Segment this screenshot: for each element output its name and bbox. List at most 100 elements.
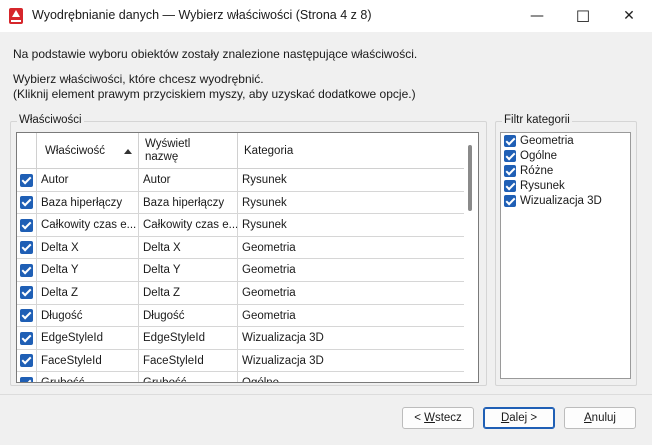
row-checkbox-cell[interactable]	[17, 169, 37, 191]
property-cell: Delta Z	[37, 281, 139, 304]
row-checkbox-cell[interactable]	[17, 191, 37, 214]
display-name-cell[interactable]: EdgeStyleId	[139, 327, 238, 350]
checkbox-checked-icon[interactable]	[20, 196, 33, 210]
table-row[interactable]: GrubośćGrubośćOgólne	[17, 372, 465, 382]
table-row[interactable]: FaceStyleId FaceStyleId Wizualizacja 3D	[17, 349, 465, 373]
property-cell: Delta Y	[37, 259, 139, 282]
checkbox-checked-icon[interactable]	[504, 180, 516, 192]
property-cell: Autor	[37, 169, 139, 191]
table-row[interactable]: Delta X Delta X Geometria	[17, 236, 465, 260]
filter-item-label: Geometria	[520, 135, 574, 147]
checkbox-checked-icon[interactable]	[504, 135, 516, 147]
table-row[interactable]: Autor Autor Rysunek	[17, 169, 465, 192]
checkbox-checked-icon[interactable]	[20, 241, 33, 255]
checkbox-checked-icon[interactable]	[20, 331, 33, 345]
row-checkbox-cell[interactable]	[17, 349, 37, 372]
checkbox-checked-icon[interactable]	[504, 195, 516, 207]
checkbox-checked-icon[interactable]	[20, 218, 33, 232]
display-name-cell[interactable]: Baza hiperłączy	[139, 191, 238, 214]
category-cell: Wizualizacja 3D	[242, 332, 324, 345]
cancel-button[interactable]: Anuluj	[564, 407, 636, 429]
window-title: Wyodrębnianie danych — Wybierz właściwoś…	[32, 8, 372, 22]
display-name-cell[interactable]: Delta Y	[139, 259, 238, 282]
hint-text: (Kliknij element prawym przyciskiem mysz…	[13, 87, 416, 101]
display-name-cell[interactable]: Delta Z	[139, 281, 238, 304]
property-cell: EdgeStyleId	[37, 327, 139, 350]
row-checkbox-cell[interactable]	[17, 236, 37, 259]
filter-item[interactable]: Wizualizacja 3D	[504, 195, 602, 207]
header-display-line1: Wyświetl	[145, 138, 191, 150]
category-cell: Rysunek	[242, 174, 287, 186]
table-row[interactable]: Delta Z Delta Z Geometria	[17, 281, 465, 305]
back-button[interactable]: < Wstecz	[402, 407, 474, 429]
next-mnemonic: D	[500, 412, 510, 424]
header-display-name[interactable]: Wyświetl nazwę	[139, 133, 238, 169]
category-filter-label: Filtr kategorii	[502, 114, 572, 126]
display-name-cell[interactable]: Całkowity czas e...	[139, 214, 238, 237]
filter-item-label: Ogólne	[520, 150, 558, 162]
filter-item[interactable]: Różne	[504, 165, 553, 177]
header-checkbox-column[interactable]	[17, 133, 37, 169]
next-rest: alej >	[509, 412, 538, 424]
row-checkbox-cell[interactable]	[17, 304, 37, 327]
minimize-button[interactable]: —	[514, 0, 560, 32]
property-cell: FaceStyleId	[37, 349, 139, 372]
header-property-label: Właściwość	[45, 145, 106, 157]
property-cell: Grubość	[37, 372, 139, 382]
table-row[interactable]: Długość Długość Geometria	[17, 304, 465, 328]
table-row[interactable]: Delta Y Delta Y Geometria	[17, 259, 465, 282]
header-property[interactable]: Właściwość	[37, 133, 139, 169]
property-cell: Całkowity czas e...	[37, 214, 139, 237]
vertical-scrollbar[interactable]	[464, 133, 478, 382]
category-filter-list: Geometria Ogólne Różne Rysunek Wizualizacja …	[500, 132, 631, 379]
display-name-cell[interactable]: Długość	[139, 304, 238, 327]
maximize-button[interactable]: ☐	[560, 0, 606, 32]
header-category[interactable]: Kategoria	[238, 133, 465, 169]
table-row[interactable]: Baza hiperłączy Baza hiperłączy Rysunek	[17, 191, 465, 215]
property-cell: Baza hiperłączy	[37, 191, 139, 214]
category-cell: Geometria	[242, 286, 296, 299]
row-checkbox-cell[interactable]	[17, 281, 37, 304]
checkbox-checked-icon[interactable]	[20, 173, 33, 187]
checkbox-checked-icon[interactable]	[20, 263, 33, 277]
display-name-cell[interactable]: Grubość	[139, 372, 238, 382]
row-checkbox-cell[interactable]	[17, 214, 37, 237]
scrollbar-thumb[interactable]	[468, 145, 472, 211]
properties-group-label: Właściwości	[17, 114, 84, 126]
checkbox-checked-icon[interactable]	[504, 150, 516, 162]
row-checkbox-cell[interactable]	[17, 372, 37, 382]
autocad-app-icon	[9, 8, 23, 24]
cancel-rest: nuluj	[591, 412, 616, 424]
table-row[interactable]: Całkowity czas e... Całkowity czas e... Ry…	[17, 214, 465, 237]
property-cell: Długość	[37, 304, 139, 327]
back-mnemonic: W	[424, 412, 435, 424]
back-rest: stecz	[434, 412, 462, 424]
category-cell: Rysunek	[242, 219, 287, 232]
dialog-content: Na podstawie wyboru obiektów zostały zna…	[0, 32, 652, 445]
table-body: Autor Autor Rysunek Baza hiperłączy Baza hip…	[17, 169, 465, 382]
cancel-mnemonic: A	[584, 412, 592, 424]
row-checkbox-cell[interactable]	[17, 327, 37, 350]
display-name-cell[interactable]: Delta X	[139, 236, 238, 259]
next-button[interactable]: Dalej >	[483, 407, 555, 429]
checkbox-checked-icon[interactable]	[20, 286, 33, 300]
filter-item[interactable]: Rysunek	[504, 180, 565, 192]
dialog-footer: < Wstecz Dalej > Anuluj	[0, 394, 652, 445]
checkbox-checked-icon[interactable]	[20, 309, 33, 323]
filter-item[interactable]: Ogólne	[504, 150, 557, 162]
filter-item[interactable]: Geometria	[504, 135, 574, 147]
table-row[interactable]: EdgeStyleId EdgeStyleId Wizualizacja 3D	[17, 327, 465, 350]
checkbox-checked-icon[interactable]	[20, 376, 33, 382]
sort-ascending-icon	[124, 149, 132, 154]
category-cell: Geometria	[242, 309, 296, 322]
display-name-cell[interactable]: FaceStyleId	[139, 349, 238, 372]
checkbox-checked-icon[interactable]	[20, 354, 33, 368]
row-checkbox-cell[interactable]	[17, 259, 37, 282]
table-header: Właściwość Wyświetl nazwę Kategoria	[17, 133, 465, 169]
checkbox-checked-icon[interactable]	[504, 165, 516, 177]
filter-item-label: Różne	[520, 165, 554, 177]
display-name-cell[interactable]: Autor	[139, 169, 238, 191]
properties-table[interactable]: Właściwość Wyświetl nazwę Kategoria Auto…	[16, 132, 479, 383]
properties-group: Właściwości Właściwość Wyświetl nazwę Ka…	[10, 114, 487, 386]
close-button[interactable]: ✕	[606, 0, 652, 32]
